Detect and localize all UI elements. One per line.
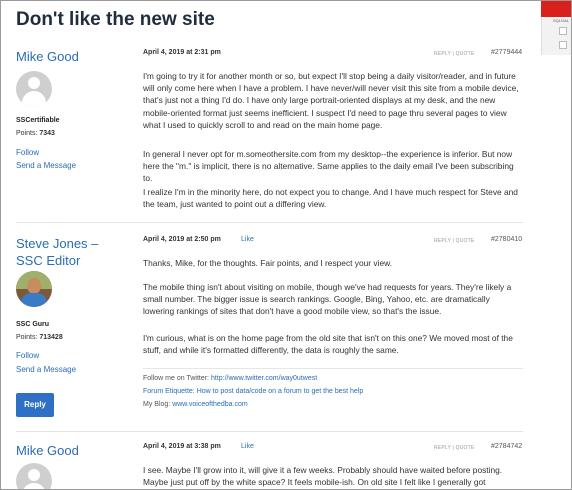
post-date: April 4, 2019 at 2:50 pm xyxy=(143,236,221,243)
blog-link[interactable]: www.voiceofthedba.com xyxy=(172,401,247,408)
post-divider xyxy=(16,222,523,223)
corner-checkbox-2[interactable] xyxy=(559,41,567,49)
post-divider xyxy=(16,431,523,432)
author-points: Points: 713428 xyxy=(16,334,63,341)
corner-red-bar xyxy=(541,1,571,17)
twitter-link[interactable]: http://www.twitter.com/way0utwest xyxy=(211,375,317,382)
signature-twitter: Follow me on Twitter: http://www.twitter… xyxy=(143,375,317,382)
post-paragraph: I see. Maybe I'll grow into it, will giv… xyxy=(143,465,503,488)
avatar xyxy=(16,463,52,489)
corner-widget-label: SQLGAL xyxy=(552,18,569,23)
blog-prefix: My Blog: xyxy=(143,401,173,408)
send-message-link[interactable]: Send a Message xyxy=(16,365,76,374)
avatar xyxy=(16,271,52,307)
post-paragraph: The mobile thing isn't about visiting on… xyxy=(143,282,512,317)
reply-quote-links[interactable]: REPLY | QUOTE xyxy=(434,238,474,244)
twitter-prefix: Follow me on Twitter: xyxy=(143,375,211,382)
page-frame: Don't like the new site SQLGAL Mike Good… xyxy=(0,0,572,490)
post-paragraph: I realize I'm in the minority here, do n… xyxy=(143,187,518,210)
reply-quote-links[interactable]: REPLY | QUOTE xyxy=(434,51,474,57)
reply-quote-links[interactable]: REPLY | QUOTE xyxy=(434,445,474,451)
author-role: SSCertifiable xyxy=(16,117,60,124)
signature-blog: My Blog: www.voiceofthedba.com xyxy=(143,401,248,408)
post-paragraph: I'm going to try it for another month or… xyxy=(143,71,519,130)
author-role: SSC Guru xyxy=(16,321,50,328)
follow-link[interactable]: Follow xyxy=(16,148,39,157)
points-label: Points: xyxy=(16,130,38,137)
points-label: Points: xyxy=(16,334,38,341)
like-link[interactable]: Like xyxy=(241,443,254,450)
author-name[interactable]: Mike Good xyxy=(16,442,126,459)
post-paragraph: In general I never opt for m.someothersi… xyxy=(143,149,514,184)
corner-checkbox-1[interactable] xyxy=(559,27,567,35)
like-link[interactable]: Like xyxy=(241,236,254,243)
author-name[interactable]: Steve Jones – SSC Editor xyxy=(16,235,126,269)
post-paragraph: Thanks, Mike, for the thoughts. Fair poi… xyxy=(143,258,393,268)
post-date: April 4, 2019 at 3:38 pm xyxy=(143,443,221,450)
post-id[interactable]: #2779444 xyxy=(491,49,522,56)
post-id[interactable]: #2784742 xyxy=(491,443,522,450)
avatar-shirt xyxy=(21,293,47,307)
avatar xyxy=(16,71,52,107)
page-title: Don't like the new site xyxy=(16,9,215,30)
post-id[interactable]: #2780410 xyxy=(491,236,522,243)
reply-button[interactable]: Reply xyxy=(16,393,54,417)
author-points: Points: 7343 xyxy=(16,130,55,137)
corner-widget[interactable]: SQLGAL xyxy=(541,1,571,55)
send-message-link[interactable]: Send a Message xyxy=(16,161,76,170)
post-date: April 4, 2019 at 2:31 pm xyxy=(143,49,221,56)
etiquette-link[interactable]: Forum Etiquette: How to post data/code o… xyxy=(143,388,363,395)
avatar-head xyxy=(28,469,40,481)
points-value: 7343 xyxy=(39,130,55,137)
avatar-head xyxy=(28,77,40,89)
follow-link[interactable]: Follow xyxy=(16,351,39,360)
avatar-body xyxy=(22,483,46,489)
points-value: 713428 xyxy=(39,334,63,341)
signature-etiquette: Forum Etiquette: How to post data/code o… xyxy=(143,388,363,395)
avatar-face xyxy=(27,278,41,294)
avatar-body xyxy=(22,91,46,107)
signature-divider xyxy=(143,368,523,369)
author-name[interactable]: Mike Good xyxy=(16,48,126,65)
post-paragraph: I'm curious, what is on the home page fr… xyxy=(143,333,513,356)
